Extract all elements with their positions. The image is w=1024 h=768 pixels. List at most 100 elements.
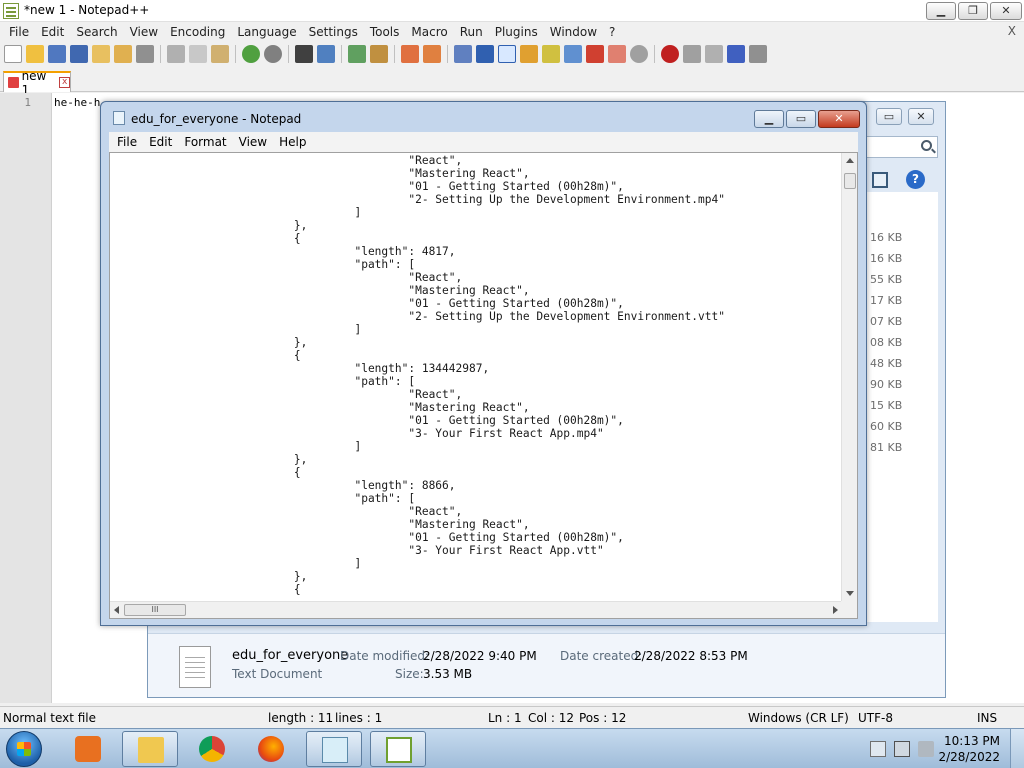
notepad-maximize-button[interactable]: ▭ [786, 110, 816, 128]
notepad-horizontal-scrollbar[interactable]: III [110, 601, 842, 618]
npp-menu-help[interactable]: ? [603, 25, 621, 39]
notepad-menu-format[interactable]: Format [178, 135, 232, 149]
media-player-icon [75, 736, 101, 762]
explorer-close-button[interactable]: ✕ [908, 108, 934, 125]
notepad-title: edu_for_everyone - Notepad [131, 112, 302, 126]
taskbar-firefox[interactable] [243, 731, 299, 767]
help-icon[interactable]: ? [906, 170, 925, 189]
print-icon[interactable] [136, 45, 154, 63]
search-icon [921, 140, 932, 151]
scroll-left-icon[interactable] [114, 606, 119, 614]
preview-pane-icon[interactable] [872, 172, 888, 188]
notepad-title-bar[interactable]: edu_for_everyone - Notepad ▁ ▭ ✕ [101, 102, 866, 132]
open-file-icon[interactable] [26, 45, 44, 63]
notepad-menu-file[interactable]: File [111, 135, 143, 149]
status-encoding[interactable]: UTF-8 [858, 711, 893, 725]
scroll-up-icon[interactable] [846, 158, 854, 163]
details-size-value: 3.53 MB [423, 667, 473, 681]
size-grip[interactable] [841, 601, 857, 618]
function-list-icon[interactable] [564, 45, 582, 63]
npp-menu-view[interactable]: View [124, 25, 164, 39]
npp-menu-encoding[interactable]: Encoding [164, 25, 231, 39]
notepad-text-area[interactable]: "React", "Mastering React", "01 - Gettin… [110, 153, 842, 601]
folder-workspace-icon[interactable] [586, 45, 604, 63]
replace-icon[interactable] [317, 45, 335, 63]
scroll-right-icon[interactable] [833, 606, 838, 614]
close-file-icon[interactable] [92, 45, 110, 63]
close-icon: ✕ [1001, 4, 1011, 17]
npp-menu-language[interactable]: Language [231, 25, 302, 39]
notepad-close-button[interactable]: ✕ [818, 110, 860, 128]
show-all-chars-icon[interactable] [476, 45, 494, 63]
sync-horizontal-icon[interactable] [423, 45, 441, 63]
network-icon[interactable] [894, 741, 910, 757]
close-all-icon[interactable] [114, 45, 132, 63]
redo-icon[interactable] [264, 45, 282, 63]
notepad-menu-edit[interactable]: Edit [143, 135, 178, 149]
taskbar-file-explorer[interactable] [122, 731, 178, 767]
volume-icon[interactable] [918, 741, 934, 757]
sync-vertical-icon[interactable] [401, 45, 419, 63]
paste-icon[interactable] [211, 45, 229, 63]
vertical-scroll-thumb[interactable] [844, 173, 856, 189]
npp-menu-search[interactable]: Search [70, 25, 123, 39]
status-pos: Pos : 12 [579, 711, 627, 725]
taskbar-notepadplusplus[interactable] [370, 731, 426, 767]
editor-text[interactable]: he-he-h [54, 96, 100, 109]
npp-menu-run[interactable]: Run [454, 25, 489, 39]
action-center-icon[interactable] [870, 741, 886, 757]
cut-icon[interactable] [167, 45, 185, 63]
monitoring-icon[interactable] [608, 45, 626, 63]
taskbar-notepad[interactable] [306, 731, 362, 767]
stop-macro-icon[interactable] [683, 45, 701, 63]
save-macro-icon[interactable] [749, 45, 767, 63]
horizontal-scroll-thumb[interactable]: III [124, 604, 186, 616]
file-size: 15 KB [870, 399, 903, 412]
zoom-in-icon[interactable] [348, 45, 366, 63]
show-desktop-button[interactable] [1010, 729, 1024, 768]
npp-menu-macro[interactable]: Macro [405, 25, 453, 39]
copy-icon[interactable] [189, 45, 207, 63]
zoom-out-icon[interactable] [370, 45, 388, 63]
find-icon[interactable] [295, 45, 313, 63]
run-macro-multiple-icon[interactable] [727, 45, 745, 63]
npp-menu-edit[interactable]: Edit [35, 25, 70, 39]
taskbar-media-player[interactable] [60, 731, 116, 767]
close-icon: ✕ [916, 110, 926, 123]
explorer-maximize-button[interactable]: ▭ [876, 108, 902, 125]
taskbar-chrome[interactable] [184, 731, 240, 767]
record-macro-icon[interactable] [661, 45, 679, 63]
record-macro-gray-icon[interactable] [630, 45, 648, 63]
start-button[interactable] [6, 731, 42, 767]
language-icon[interactable] [520, 45, 538, 63]
npp-close-button[interactable]: ✕ [990, 2, 1022, 20]
notepad-menu-view[interactable]: View [233, 135, 273, 149]
doc-map-icon[interactable] [542, 45, 560, 63]
save-all-icon[interactable] [70, 45, 88, 63]
notepad-vertical-scrollbar[interactable] [841, 153, 857, 601]
npp-close-document-button[interactable]: X [1008, 24, 1016, 38]
word-wrap-icon[interactable] [454, 45, 472, 63]
npp-menu-file[interactable]: File [3, 25, 35, 39]
clock-date[interactable]: 2/28/2022 [938, 750, 1000, 764]
npp-menu-settings[interactable]: Settings [303, 25, 364, 39]
tab-close-icon[interactable]: x [59, 77, 71, 88]
scroll-down-icon[interactable] [846, 591, 854, 596]
undo-icon[interactable] [242, 45, 260, 63]
npp-menu-window[interactable]: Window [544, 25, 603, 39]
npp-menu-plugins[interactable]: Plugins [489, 25, 544, 39]
npp-restore-button[interactable]: ❐ [958, 2, 988, 20]
tab-new-1[interactable]: new 1 x [3, 69, 71, 97]
notepad-minimize-button[interactable]: ▁ [754, 110, 784, 128]
npp-menu-tools[interactable]: Tools [364, 25, 406, 39]
indent-guide-icon[interactable] [498, 45, 516, 63]
status-eol[interactable]: Windows (CR LF) [748, 711, 849, 725]
save-icon[interactable] [48, 45, 66, 63]
clock-time[interactable]: 10:13 PM [944, 734, 1000, 748]
new-file-icon[interactable] [4, 45, 22, 63]
notepad-menu-help[interactable]: Help [273, 135, 312, 149]
npp-minimize-button[interactable]: ▁ [926, 2, 956, 20]
play-macro-icon[interactable] [705, 45, 723, 63]
file-size: 16 KB [870, 252, 903, 265]
explorer-search-box[interactable] [866, 136, 938, 158]
